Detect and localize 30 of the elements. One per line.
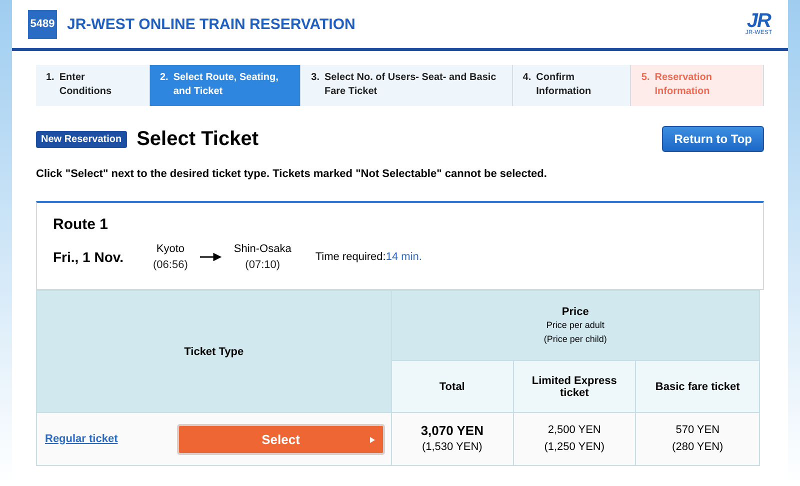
column-header: Basic fare ticket — [636, 360, 760, 412]
route-date: Fri., 1 Nov. — [53, 249, 125, 265]
departure-time: (06:56) — [153, 258, 188, 273]
page-title: Select Ticket — [136, 128, 260, 150]
return-button[interactable]: Return to Top — [662, 126, 764, 152]
arrival-time: (07:10) — [245, 258, 280, 273]
ticket-link[interactable]: Regular ticket — [45, 430, 118, 448]
station-name: Kyoto — [156, 242, 184, 257]
site-title: JR-WEST ONLINE TRAIN RESERVATION — [67, 16, 356, 32]
select-button[interactable]: Select — [176, 424, 385, 454]
price-cell: 570 YEN (280 YEN) — [636, 412, 760, 466]
price-cell: 2,500 YEN (1,250 YEN) — [513, 412, 636, 466]
progress-step: 1. Enter Conditions — [36, 65, 150, 106]
progress-step: 5. Reservation Information — [631, 65, 764, 106]
progress-step: 2. Select Route, Seating, and Ticket — [150, 65, 302, 106]
price-header: Price Price per adult (Price per child) — [391, 290, 760, 360]
caret-icon — [370, 436, 375, 442]
station-name: Shin-Osaka — [234, 242, 292, 257]
instruction-text: Click "Select" next to the desired ticket type. Tickets marked "Not Selectable" cannot be selected. — [36, 168, 548, 180]
arrow-icon — [200, 253, 222, 261]
reservation-badge: New Reservation — [36, 130, 127, 148]
column-header: Ticket Type — [36, 290, 392, 412]
column-header: Total — [391, 360, 513, 412]
card-logo: 5489 — [28, 10, 57, 38]
price-cell: 3,070 YEN (1,530 YEN) — [391, 412, 513, 466]
progress-step: 4. Confirm Information — [512, 65, 632, 106]
column-header: Limited Express ticket — [513, 360, 636, 412]
progress-step: 3. Select No. of Users- Seat- and Basic Fare Ticket — [301, 65, 513, 106]
route-title: Route 1 — [53, 216, 110, 233]
time-required: Time required:14 min. — [315, 251, 422, 263]
